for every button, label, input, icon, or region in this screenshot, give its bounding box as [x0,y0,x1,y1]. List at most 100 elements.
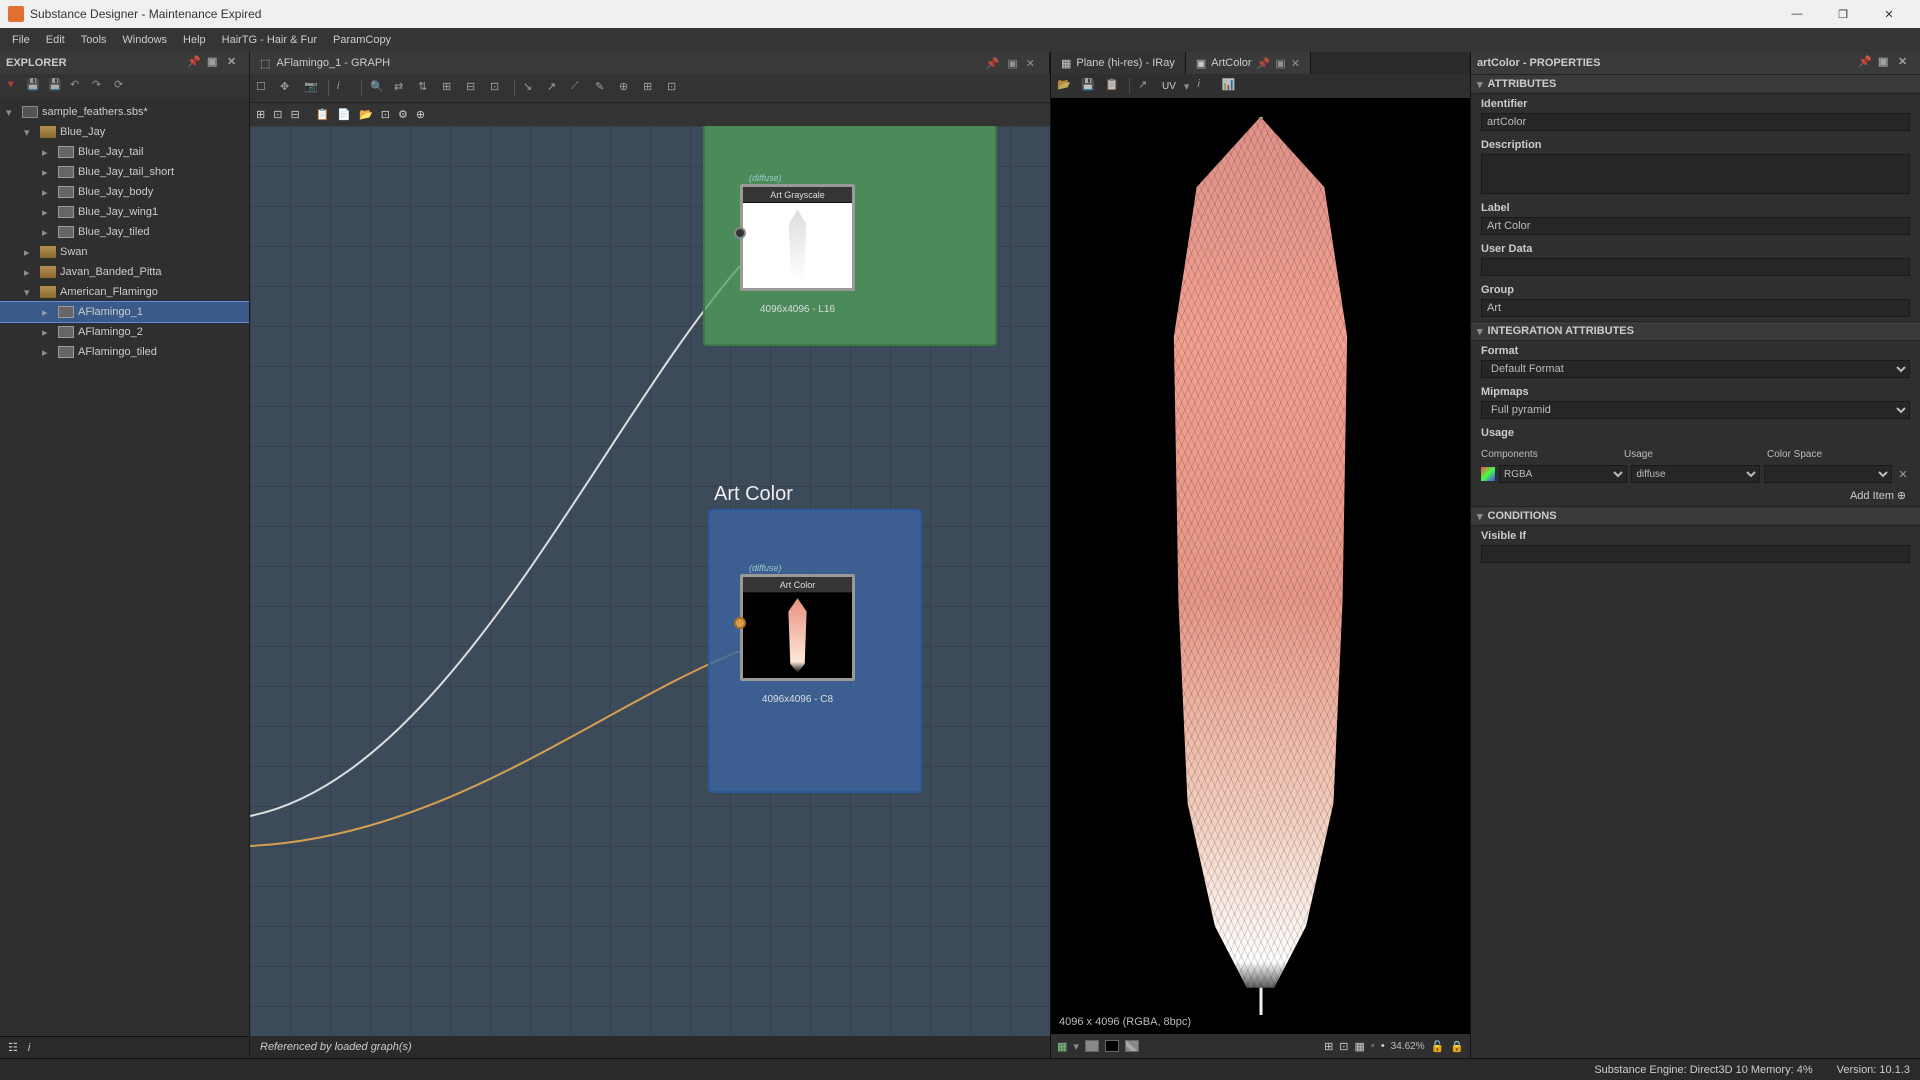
tool-icon[interactable]: ⇄ [394,80,410,96]
tool-icon[interactable]: 📂 [359,108,373,121]
histogram-icon[interactable]: 📊 [1221,78,1237,94]
save-icon[interactable]: 💾 [1081,78,1097,94]
share-icon[interactable]: ↗ [1138,78,1154,94]
maximize-icon[interactable]: ▣ [1007,57,1017,70]
tree-row[interactable]: ▸Blue_Jay_wing1 [0,202,249,222]
tool-icon[interactable]: ⊡ [273,108,282,121]
save-all-icon[interactable]: 💾 [48,78,64,94]
tool-icon[interactable]: ⊕ [619,80,635,96]
tool-icon[interactable]: ✎ [595,80,611,96]
uv-dropdown[interactable]: UV [1162,81,1176,92]
tool-icon[interactable]: ✥ [280,80,296,96]
zoom-level[interactable]: 34.62% [1391,1041,1425,1052]
tool-icon[interactable]: ⟋ [571,80,587,96]
usage-select[interactable]: diffuse [1631,465,1759,483]
node-input-port[interactable] [734,617,746,629]
tool-icon[interactable]: ⇅ [418,80,434,96]
channel-icon[interactable]: ▦ [1057,1040,1067,1053]
description-field[interactable] [1481,154,1910,194]
zoom-icon[interactable]: 🔍 [370,80,386,96]
section-integration[interactable]: ▾ INTEGRATION ATTRIBUTES [1471,321,1920,341]
tool-icon[interactable]: ↘ [523,80,539,96]
close-button[interactable]: ✕ [1866,0,1912,28]
tool-icon[interactable]: ⊕ [416,108,425,121]
lock-open-icon[interactable]: 🔓 [1431,1040,1445,1053]
components-select[interactable]: RGBA [1499,465,1627,483]
close-panel-icon[interactable]: ✕ [1898,55,1914,71]
tool-icon[interactable]: ⊟ [466,80,482,96]
tree-row[interactable]: ▸Blue_Jay_tail [0,142,249,162]
tree-row[interactable]: ▸Blue_Jay_tiled [0,222,249,242]
pin-icon[interactable]: 📌 [1257,57,1271,70]
info-icon[interactable]: i [28,1042,30,1054]
node-input-port[interactable] [734,227,746,239]
tool-icon[interactable]: ⊡ [490,80,506,96]
colorspace-select[interactable] [1764,465,1892,483]
tree-row[interactable]: ▾American_Flamingo [0,282,249,302]
menu-help[interactable]: Help [175,28,214,52]
tool-icon[interactable]: ⊞ [442,80,458,96]
tool-icon[interactable]: ⊞ [643,80,659,96]
section-conditions[interactable]: ▾ CONDITIONS [1471,506,1920,526]
swatch-checker[interactable] [1125,1040,1139,1052]
label-field[interactable]: Art Color [1481,217,1910,235]
open-icon[interactable]: 📂 [1057,78,1073,94]
explorer-tree[interactable]: ▾ sample_feathers.sbs* ▾Blue_Jay▸Blue_Ja… [0,98,249,1036]
tree-row[interactable]: ▸Swan [0,242,249,262]
tree-row[interactable]: ▸Javan_Banded_Pitta [0,262,249,282]
info-icon[interactable]: i [1197,78,1213,94]
2d-viewport[interactable]: 4096 x 4096 (RGBA, 8bpc) [1051,98,1470,1034]
tool-icon[interactable]: ⚙ [398,108,408,121]
menu-hairtg[interactable]: HairTG - Hair & Fur [214,28,325,52]
close-tab-icon[interactable]: ✕ [1026,57,1035,70]
pin-icon[interactable]: 📌 [986,57,1000,70]
menu-tools[interactable]: Tools [73,28,115,52]
maximize-icon[interactable]: ▣ [1275,57,1285,70]
swatch-gray[interactable] [1085,1040,1099,1052]
undo-icon[interactable]: ↶ [70,78,86,94]
close-panel-icon[interactable]: ✕ [227,55,243,71]
identifier-field[interactable]: artColor [1481,113,1910,131]
menu-paramcopy[interactable]: ParamCopy [325,28,399,52]
dot-icon[interactable]: ◦ [1371,1040,1375,1052]
tree-mode-icon[interactable]: ☷ [8,1041,18,1054]
tool-icon[interactable]: 📄 [337,108,351,121]
graph-canvas[interactable]: Art Color (diffuse) Art Grayscale 4096x4… [250,126,1050,1036]
tree-row[interactable]: ▾Blue_Jay [0,122,249,142]
grid-icon[interactable]: ⊞ [1324,1040,1333,1053]
node-art-color[interactable]: (diffuse) Art Color [740,574,855,681]
maximize-panel-icon[interactable]: ▣ [1878,55,1894,71]
graph-tab[interactable]: ⬚ AFlamingo_1 - GRAPH 📌 ▣ ✕ [250,52,1050,74]
pin-icon[interactable]: 📌 [1858,55,1874,71]
refresh-icon[interactable]: ⟳ [114,78,130,94]
group-field[interactable]: Art [1481,299,1910,317]
pin-icon[interactable]: 📌 [187,55,203,71]
delete-row-icon[interactable]: ✕ [1896,468,1910,481]
tool-icon[interactable]: ⊡ [381,108,390,121]
tree-row[interactable]: ▸Blue_Jay_tail_short [0,162,249,182]
tool-icon[interactable]: ⊡ [667,80,683,96]
add-item-button[interactable]: Add Item ⊕ [1471,485,1920,506]
tool-icon[interactable]: ↗ [547,80,563,96]
tool-icon[interactable]: ☐ [256,80,272,96]
maximize-panel-icon[interactable]: ▣ [207,55,223,71]
tree-row[interactable]: ▸Blue_Jay_body [0,182,249,202]
maximize-button[interactable]: ❐ [1820,0,1866,28]
visibleif-field[interactable] [1481,545,1910,563]
copy-icon[interactable]: 📋 [1105,78,1121,94]
ruler-icon[interactable]: ⊡ [1339,1040,1348,1053]
format-select[interactable]: Default Format [1481,360,1910,378]
lock-icon[interactable]: 🔒 [1450,1040,1464,1053]
menu-edit[interactable]: Edit [38,28,73,52]
tree-row[interactable]: ▸AFlamingo_2 [0,322,249,342]
tool-icon[interactable]: 📋 [316,108,330,121]
redo-icon[interactable]: ↷ [92,78,108,94]
mipmaps-select[interactable]: Full pyramid [1481,401,1910,419]
tool-icon[interactable]: ⊟ [290,108,299,121]
close-tab-icon[interactable]: ✕ [1291,57,1300,70]
tab-2d-view[interactable]: ▣ ArtColor 📌 ▣ ✕ [1186,52,1311,74]
save-icon[interactable]: 💾 [26,78,42,94]
tool-icon[interactable]: 📷 [304,80,320,96]
package-row[interactable]: ▾ sample_feathers.sbs* [0,102,249,122]
userdata-field[interactable] [1481,258,1910,276]
